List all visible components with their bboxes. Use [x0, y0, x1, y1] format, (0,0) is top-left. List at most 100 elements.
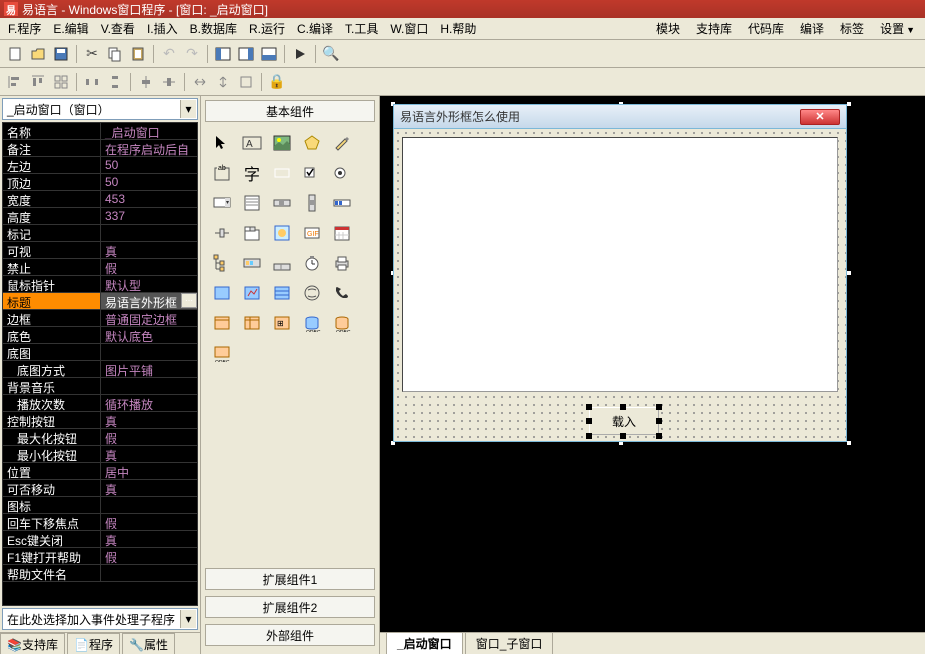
comp-pointer-icon[interactable] — [209, 130, 235, 156]
comp-slider-icon[interactable] — [209, 220, 235, 246]
property-value[interactable]: 50 — [101, 174, 197, 190]
comp-text-icon[interactable]: 字 — [239, 160, 265, 186]
find-button[interactable]: 🔍 — [320, 43, 342, 65]
property-row[interactable]: 名称_启动窗口 — [3, 123, 197, 140]
undo-button[interactable]: ↶ — [158, 43, 180, 65]
panel3-button[interactable] — [258, 43, 280, 65]
comp-radio-icon[interactable] — [329, 160, 355, 186]
property-value[interactable]: 假 — [101, 548, 197, 564]
frame-control[interactable] — [402, 137, 838, 392]
panel2-button[interactable] — [235, 43, 257, 65]
menu-compile2[interactable]: 编译 — [792, 18, 832, 39]
comp-db1-icon[interactable] — [209, 310, 235, 336]
menu-tag[interactable]: 标签 — [832, 18, 872, 39]
property-row[interactable]: 高度337 — [3, 208, 197, 225]
property-row[interactable]: 禁止假 — [3, 259, 197, 276]
property-row[interactable]: 回车下移焦点假 — [3, 514, 197, 531]
property-value[interactable]: 假 — [101, 514, 197, 530]
tab-support-lib[interactable]: 📚支持库 — [0, 633, 65, 654]
property-row[interactable]: 播放次数循环播放 — [3, 395, 197, 412]
comp-odbc1-icon[interactable]: ODBC — [299, 310, 325, 336]
run-button[interactable] — [289, 43, 311, 65]
design-form[interactable]: 易语言外形框怎么使用 ✕ 载入 — [393, 104, 847, 442]
comp-group-icon[interactable]: ab — [209, 160, 235, 186]
property-row[interactable]: 顶边50 — [3, 174, 197, 191]
comp-tree-icon[interactable] — [209, 250, 235, 276]
property-row[interactable]: F1键打开帮助假 — [3, 548, 197, 565]
property-row[interactable]: 鼠标指针默认型 — [3, 276, 197, 293]
copy-button[interactable] — [104, 43, 126, 65]
comp-checkbox-icon[interactable] — [299, 160, 325, 186]
comp-data1-icon[interactable] — [209, 280, 235, 306]
cut-button[interactable]: ✂ — [81, 43, 103, 65]
property-value[interactable]: 在程序启动后自 — [101, 140, 197, 156]
comp-imagelist-icon[interactable]: GIF — [299, 220, 325, 246]
comp-toolbar-icon[interactable] — [239, 250, 265, 276]
property-value[interactable]: 453 — [101, 191, 197, 207]
comp-progress-icon[interactable] — [329, 190, 355, 216]
comp-data3-icon[interactable] — [269, 280, 295, 306]
property-ellipsis-button[interactable]: ⋯ — [181, 293, 197, 308]
align-grid-icon[interactable] — [50, 71, 72, 93]
property-value[interactable]: 默认底色 — [101, 327, 197, 343]
dist-h-icon[interactable] — [81, 71, 103, 93]
property-row[interactable]: 底色默认底色 — [3, 327, 197, 344]
property-row[interactable]: 左边50 — [3, 157, 197, 174]
property-row[interactable]: 可否移动真 — [3, 480, 197, 497]
component-category-external[interactable]: 外部组件 — [205, 624, 375, 646]
property-value[interactable]: 337 — [101, 208, 197, 224]
menu-run[interactable]: R.运行 — [243, 18, 291, 39]
center-h-icon[interactable] — [135, 71, 157, 93]
comp-comm-icon[interactable] — [299, 280, 325, 306]
comp-label-icon[interactable]: A — [239, 130, 265, 156]
property-value[interactable]: 50 — [101, 157, 197, 173]
tab-program[interactable]: 📄程序 — [67, 633, 120, 654]
menu-module[interactable]: 模块 — [648, 18, 688, 39]
comp-tab-icon[interactable] — [239, 220, 265, 246]
property-row[interactable]: 背景音乐 — [3, 378, 197, 395]
align-top-icon[interactable] — [27, 71, 49, 93]
menu-compile[interactable]: C.编译 — [291, 18, 339, 39]
property-row[interactable]: 备注在程序启动后自 — [3, 140, 197, 157]
comp-print-icon[interactable] — [329, 250, 355, 276]
component-category-ext2[interactable]: 扩展组件2 — [205, 596, 375, 618]
tab-child-window[interactable]: 窗口_子窗口 — [465, 632, 554, 654]
paste-button[interactable] — [127, 43, 149, 65]
property-value[interactable]: 真 — [101, 242, 197, 258]
tab-properties[interactable]: 🔧属性 — [122, 633, 175, 654]
property-value[interactable]: 真 — [101, 531, 197, 547]
comp-combo-icon[interactable] — [209, 190, 235, 216]
menu-database[interactable]: B.数据库 — [184, 18, 243, 39]
comp-button-icon[interactable] — [269, 160, 295, 186]
lock-icon[interactable]: 🔒 — [266, 71, 288, 93]
redo-button[interactable]: ↷ — [181, 43, 203, 65]
comp-db3-icon[interactable]: ⊞ — [269, 310, 295, 336]
property-value[interactable]: 真 — [101, 446, 197, 462]
property-row[interactable]: 边框普通固定边框 — [3, 310, 197, 327]
event-selector[interactable]: 在此处选择加入事件处理子程序 ▾ — [2, 608, 198, 630]
align-left-icon[interactable] — [4, 71, 26, 93]
property-value[interactable] — [101, 225, 197, 241]
property-row[interactable]: 标题易语言外形框⋯ — [3, 293, 197, 310]
menu-support[interactable]: 支持库 — [688, 18, 740, 39]
close-button[interactable]: ✕ — [800, 109, 840, 125]
component-category-ext1[interactable]: 扩展组件1 — [205, 568, 375, 590]
property-value[interactable]: 假 — [101, 259, 197, 275]
property-value[interactable]: 默认型 — [101, 276, 197, 292]
comp-hscroll-icon[interactable] — [269, 190, 295, 216]
property-value[interactable]: 图片平铺 — [101, 361, 197, 377]
dist-v-icon[interactable] — [104, 71, 126, 93]
property-row[interactable]: 标记 — [3, 225, 197, 242]
property-value[interactable]: 普通固定边框 — [101, 310, 197, 326]
property-row[interactable]: 图标 — [3, 497, 197, 514]
center-v-icon[interactable] — [158, 71, 180, 93]
property-row[interactable]: 可视真 — [3, 242, 197, 259]
property-value[interactable]: 真 — [101, 412, 197, 428]
comp-db2-icon[interactable] — [239, 310, 265, 336]
property-value[interactable] — [101, 497, 197, 513]
comp-odbc2-icon[interactable]: ODBC — [329, 310, 355, 336]
panel1-button[interactable] — [212, 43, 234, 65]
comp-calendar-icon[interactable] — [329, 220, 355, 246]
load-button[interactable]: 载入 — [589, 407, 659, 435]
menu-settings[interactable]: 设置▼ — [872, 18, 923, 39]
